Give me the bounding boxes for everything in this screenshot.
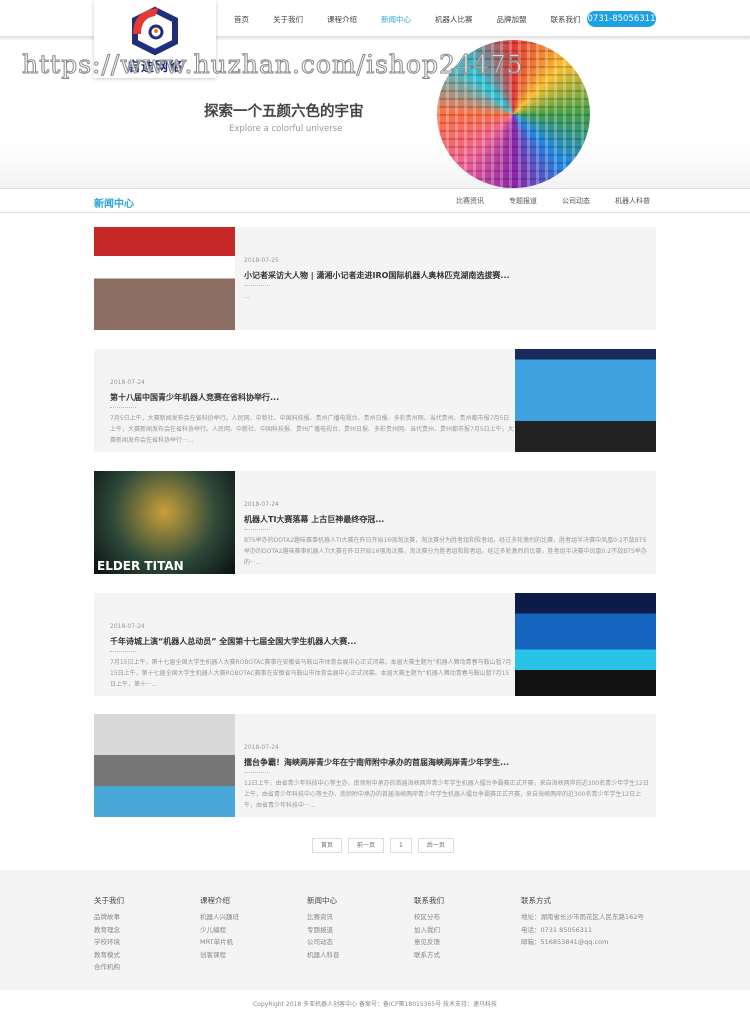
news-date: 2018-07-24	[110, 379, 145, 386]
news-item[interactable]: 2018-07-24 千年诗城上演“机器人总动员” 全国第十七届全国大学生机器人大…	[94, 593, 656, 696]
footer-heading: 新闻中心	[307, 896, 337, 905]
footer-link[interactable]: 少儿编程	[200, 924, 239, 937]
footer-link[interactable]: 合作机构	[94, 961, 124, 974]
news-title[interactable]: 机器人TI大赛落幕 上古巨神最终夺冠...	[244, 514, 649, 525]
news-item[interactable]: 2018-07-24 擂台争霸！海峡两岸青少年在宁南师附中承办的首届海峡两岸青少年…	[94, 714, 656, 817]
nav-courses[interactable]: 课程介绍	[327, 14, 357, 25]
footer-col-about: 关于我们 品牌故事 教育理念 学校环境 教育模式 合作机构	[94, 895, 124, 974]
news-desc: BTS举办的DOTA2趣味赛事机器人TI大赛在昨日开始16强淘汰赛，淘汰赛分为胜…	[244, 537, 647, 566]
banner-slogan-en: Explore a colorful universe	[229, 124, 343, 134]
footer: 关于我们 品牌故事 教育理念 学校环境 教育模式 合作机构 课程介绍 机器人兴趣班 少儿编…	[0, 870, 750, 990]
footer-col-courses: 课程介绍 机器人兴趣班 少儿编程 MRT单片机 创客课程	[200, 895, 239, 961]
logo-icon	[132, 6, 178, 55]
pagination: 首页 前一页 1 后一页	[312, 838, 454, 853]
nav-robot-contest[interactable]: 机器人比赛	[435, 14, 473, 25]
footer-link[interactable]: 比赛资讯	[307, 911, 340, 924]
footer-link[interactable]: 联系方式	[414, 949, 444, 962]
page-1-button[interactable]: 1	[390, 838, 412, 853]
news-thumbnail[interactable]	[515, 349, 656, 452]
news-thumbnail[interactable]	[94, 714, 235, 817]
footer-address: 地址：湖南省长沙市雨花区人民东路162号	[521, 913, 644, 921]
news-thumbnail[interactable]: ELDER TITAN	[94, 471, 235, 574]
footer-link[interactable]: 加入我们	[414, 924, 444, 937]
news-title[interactable]: 擂台争霸！海峡两岸青少年在宁南师附中承办的首届海峡两岸青少年学生...	[244, 757, 649, 768]
first-page-button[interactable]: 首页	[312, 838, 343, 853]
copyright: CopyRight 2018 多亚机器人创客中心 备案号：备ICP第180153…	[252, 1001, 498, 1008]
nav-about[interactable]: 关于我们	[273, 14, 303, 25]
main-nav: 首页 关于我们 课程介绍 新闻中心 机器人比赛 品牌加盟 联系我们	[222, 0, 593, 38]
footer-link[interactable]: 校区分布	[414, 911, 444, 924]
news-item[interactable]: ELDER TITAN 2018-07-24 机器人TI大赛落幕 上古巨神最终夺冠…	[94, 471, 656, 574]
footer-link[interactable]: 品牌故事	[94, 911, 124, 924]
news-title[interactable]: 千年诗城上演“机器人总动员” 全国第十七届全国大学生机器人大赛...	[110, 636, 515, 647]
news-date: 2018-07-24	[110, 623, 145, 630]
footer-link[interactable]: 机器人科普	[307, 949, 340, 962]
prev-page-button[interactable]: 前一页	[348, 838, 385, 853]
news-desc: ...	[244, 293, 250, 300]
footer-heading: 联系方式	[521, 896, 551, 905]
news-desc: 12日上午，由省青少年科技中心等主办、南师附中承办的首届海峡两岸青少年学生机器人…	[244, 780, 649, 809]
footer-link[interactable]: 教育模式	[94, 949, 124, 962]
nav-franchise[interactable]: 品牌加盟	[497, 14, 527, 25]
footer-link[interactable]: MRT单片机	[200, 936, 239, 949]
watermark: https://www.huzhan.com/ishop24475	[22, 50, 524, 80]
section-title: 新闻中心	[94, 199, 134, 210]
sub-nav: 新闻中心 比赛资讯 专题报道 公司动态 机器人科普	[0, 188, 750, 213]
news-date: 2018-07-25	[244, 257, 279, 264]
nav-news[interactable]: 新闻中心	[381, 14, 411, 25]
news-thumbnail[interactable]	[515, 593, 656, 696]
news-date: 2018-07-24	[244, 501, 279, 508]
footer-heading: 联系我们	[414, 896, 444, 905]
nav-contact[interactable]: 联系我们	[551, 14, 581, 25]
news-title[interactable]: 小记者采访大人物 | 潇湘小记者走进IRO国际机器人奥林匹克湖南选拔赛...	[244, 270, 649, 281]
image-caption: ELDER TITAN	[97, 559, 184, 573]
footer-link[interactable]: 教育理念	[94, 924, 124, 937]
footer-heading: 课程介绍	[200, 896, 230, 905]
footer-email[interactable]: 邮箱：516853841@qq.com	[521, 936, 644, 949]
news-item[interactable]: 2018-07-25 小记者采访大人物 | 潇湘小记者走进IRO国际机器人奥林匹克…	[94, 227, 656, 330]
footer-link[interactable]: 学校环境	[94, 936, 124, 949]
news-desc: 7月5日上午，大赛新闻发布会在省科协举行。人民网、中新社、中国科技报、贵州广播电…	[110, 415, 514, 444]
footer-link[interactable]: 专题报道	[307, 924, 340, 937]
footer-col-news: 新闻中心 比赛资讯 专题报道 公司动态 机器人科普	[307, 895, 340, 961]
footer-link[interactable]: 意见反馈	[414, 936, 444, 949]
news-title[interactable]: 第十八届中国青少年机器人竞赛在省科协举行...	[110, 392, 515, 403]
footer-heading: 关于我们	[94, 896, 124, 905]
nav-home[interactable]: 首页	[234, 14, 249, 25]
footer-col-contact-us: 联系我们 校区分布 加入我们 意见反馈 联系方式	[414, 895, 444, 961]
footer-link[interactable]: 机器人兴趣班	[200, 911, 239, 924]
banner-slogan: 探索一个五颜六色的宇宙	[204, 104, 364, 120]
subnav-special-reports[interactable]: 专题报道	[509, 196, 537, 206]
footer-phone: 电话：0731 85056311	[521, 925, 593, 934]
next-page-button[interactable]: 后一页	[417, 838, 454, 853]
news-date: 2018-07-24	[244, 744, 279, 751]
news-thumbnail[interactable]	[94, 227, 235, 330]
subnav-company-news[interactable]: 公司动态	[562, 196, 590, 206]
news-item[interactable]: 2018-07-24 第十八届中国青少年机器人竞赛在省科协举行... 7月5日上午，…	[94, 349, 656, 452]
subnav-contest-news[interactable]: 比赛资讯	[456, 196, 484, 206]
footer-link[interactable]: 公司动态	[307, 936, 340, 949]
footer-col-contact-info: 联系方式 地址：湖南省长沙市雨花区人民东路162号 电话：0731 8505631…	[521, 895, 644, 949]
subnav-robot-science[interactable]: 机器人科普	[615, 196, 650, 206]
phone-badge: 0731-85056311	[587, 11, 656, 27]
footer-link[interactable]: 创客课程	[200, 949, 239, 962]
news-desc: 7月15日上午，第十七届全国大学生机器人大赛ROBOTAC赛事在安徽省马鞍山市体…	[110, 659, 512, 688]
